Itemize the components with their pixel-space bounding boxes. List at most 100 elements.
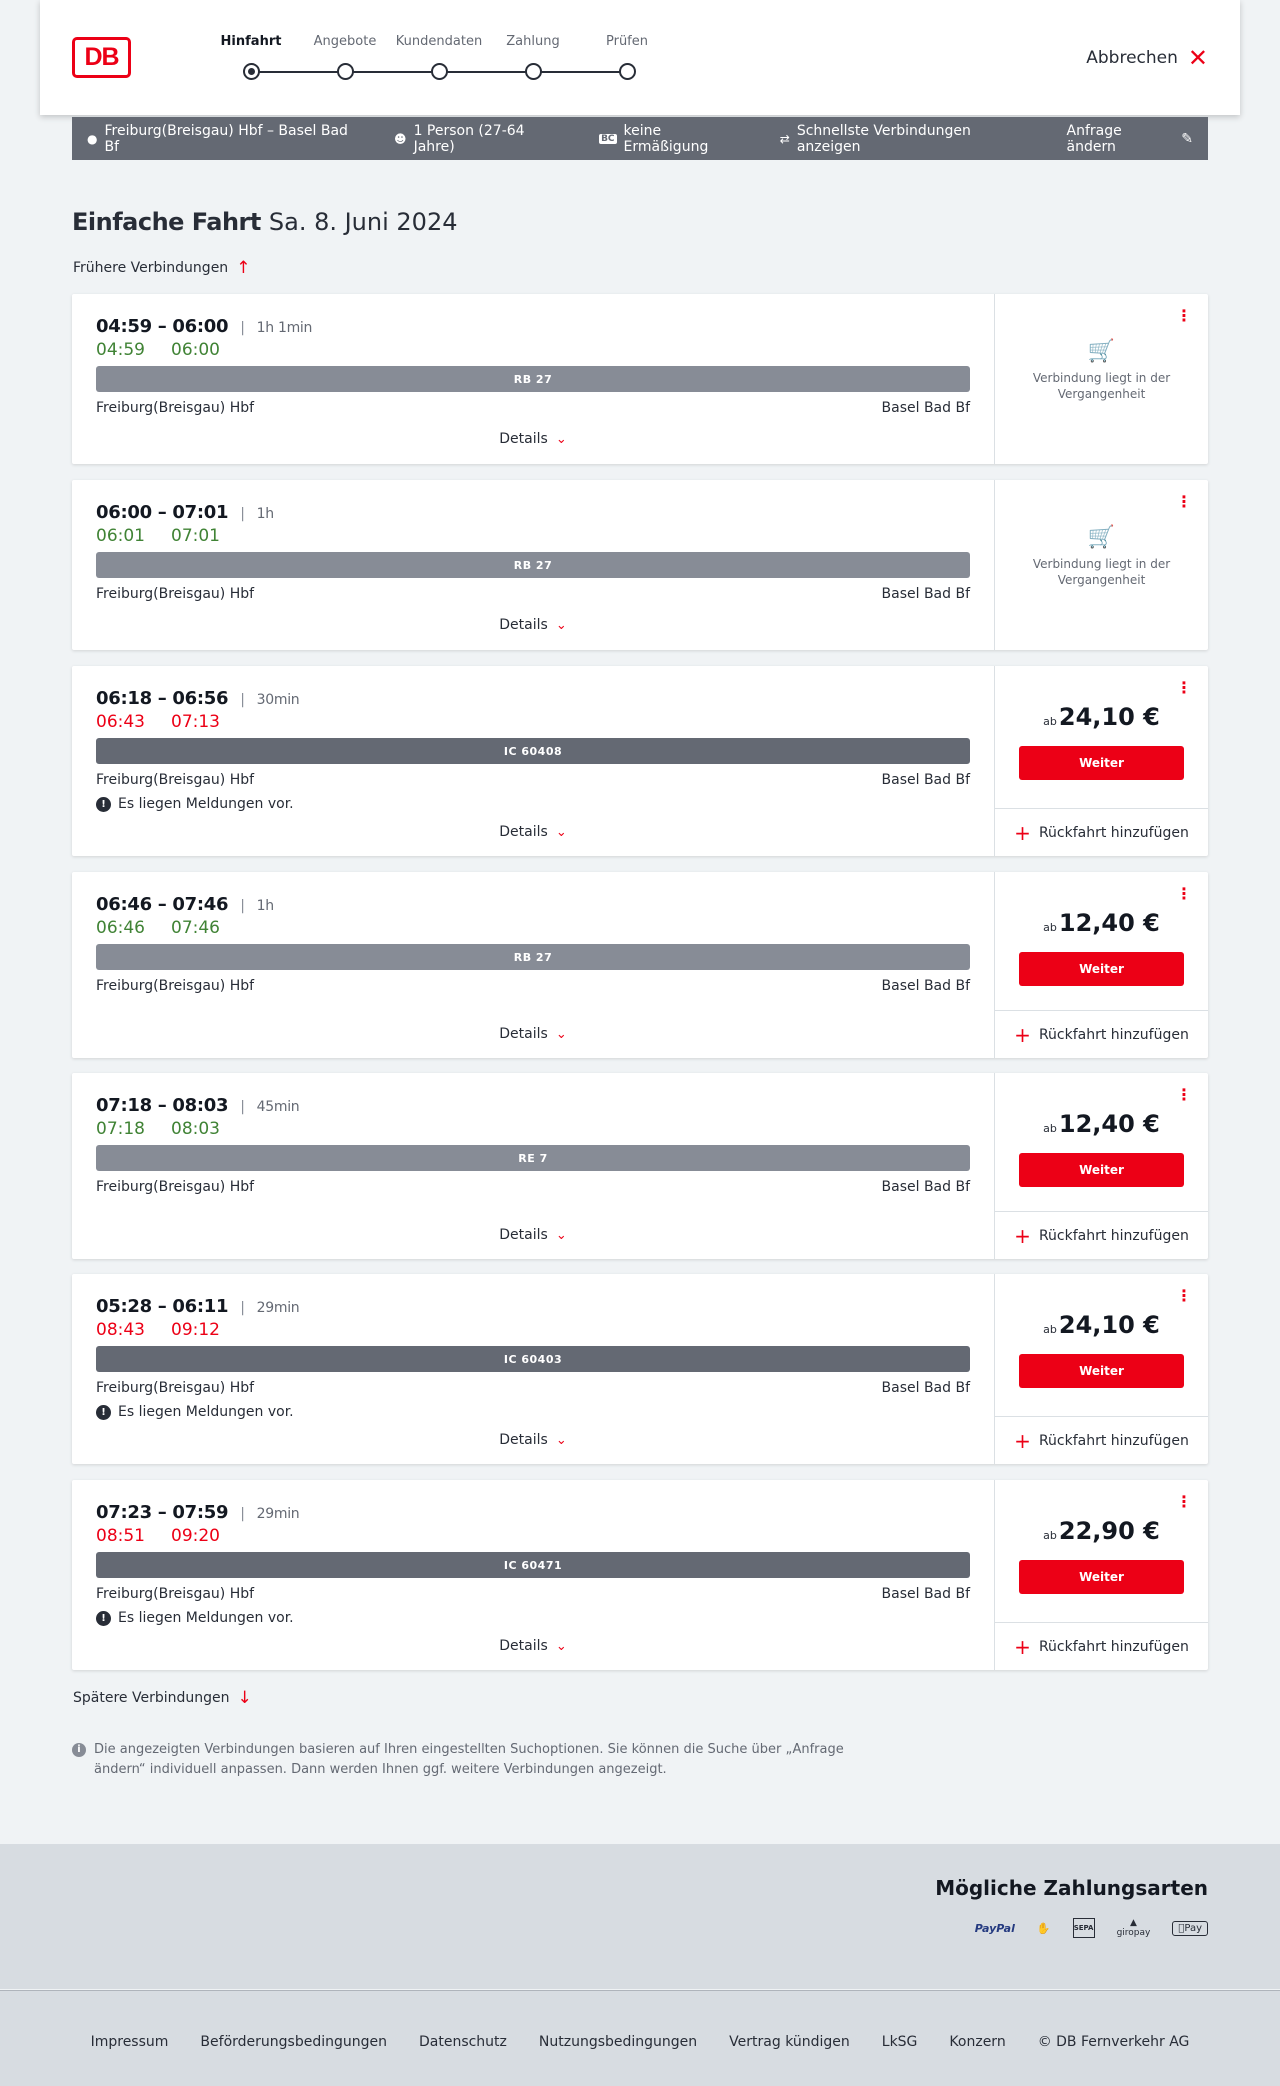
cancel-button[interactable]: Abbrechen ✕ xyxy=(1086,46,1208,70)
chevron-down-icon: ⌄ xyxy=(555,1027,567,1042)
trip-date: Sa. 8. Juni 2024 xyxy=(268,208,458,236)
edit-request-button[interactable]: Anfrage ändern ✎ xyxy=(1067,123,1193,155)
destination-station: Basel Bad Bf xyxy=(881,978,970,994)
person-icon: ☻ xyxy=(394,131,407,146)
offer-panel: ⋮ ab12,40 € Weiter + Rückfahrt hinzufügen xyxy=(994,1073,1208,1259)
realtime-arrival: 08:03 xyxy=(171,1119,220,1139)
price: ab22,90 € xyxy=(995,1517,1208,1545)
separator: | xyxy=(240,692,245,708)
search-option-summary: ⇄ Schnellste Verbindungen anzeigen xyxy=(780,123,1035,155)
continue-button[interactable]: Weiter xyxy=(1019,952,1184,986)
details-toggle[interactable]: Details ⌄ xyxy=(72,431,994,447)
later-connections-link[interactable]: Spätere Verbindungen ↓ xyxy=(73,1688,252,1708)
footer-link-impressum[interactable]: Impressum xyxy=(91,2034,169,2050)
planned-time-range: 07:18 – 08:03 xyxy=(96,1095,229,1116)
details-toggle[interactable]: Details ⌄ xyxy=(72,1432,994,1448)
planned-times: 07:18 – 08:03 | 45min xyxy=(96,1095,300,1116)
sepa-icon: SEPA xyxy=(1072,1918,1095,1938)
footer-link-vertrag-kuendigen[interactable]: Vertrag kündigen xyxy=(729,2034,850,2050)
more-options-icon[interactable]: ⋮ xyxy=(1176,1494,1192,1510)
realtime-departure: 07:18 xyxy=(96,1119,145,1139)
giropay-symbol: ▲ xyxy=(1129,1918,1137,1928)
db-logo[interactable]: DB xyxy=(72,37,131,78)
price: ab12,40 € xyxy=(995,909,1208,937)
add-return-trip-label: Rückfahrt hinzufügen xyxy=(1038,824,1189,841)
train-bar: IC 60471 xyxy=(96,1552,970,1578)
details-label: Details xyxy=(499,431,548,447)
search-info-text: Die angezeigten Verbindungen basieren au… xyxy=(94,1742,844,1777)
train-bar: IC 60403 xyxy=(96,1346,970,1372)
step-label-pruefen: Prüfen xyxy=(605,34,648,49)
connection-card[interactable]: 04:59 – 06:00 | 1h 1min 04:59 06:00 RB 27 F… xyxy=(72,294,1208,464)
payment-logos: PayPal ✋ SEPA ▲giropay Pay xyxy=(975,1918,1208,1938)
separator: | xyxy=(240,1506,245,1522)
continue-button[interactable]: Weiter xyxy=(1019,1153,1184,1187)
step-dot-hinfahrt xyxy=(243,63,260,80)
connection-card[interactable]: 07:23 – 07:59 | 29min 08:51 09:20 IC 60471 … xyxy=(72,1480,1208,1670)
realtime-times: 06:01 07:01 xyxy=(96,526,220,546)
more-options-icon[interactable]: ⋮ xyxy=(1176,308,1192,324)
details-toggle[interactable]: Details ⌄ xyxy=(72,1026,994,1042)
disruption-text: Es liegen Meldungen vor. xyxy=(118,1610,294,1626)
origin-station: Freiburg(Breisgau) Hbf xyxy=(96,586,255,602)
cart-icon: 🛒 xyxy=(1087,339,1116,364)
add-return-trip-button[interactable]: + Rückfahrt hinzufügen xyxy=(995,1416,1208,1464)
step-dot-kundendaten xyxy=(431,63,448,80)
offer-panel: ⋮ ab12,40 € Weiter + Rückfahrt hinzufügen xyxy=(994,872,1208,1058)
disruption-text: Es liegen Meldungen vor. xyxy=(118,1404,294,1420)
progress-stepper: Hinfahrt Angebote Kundendaten Zahlung Pr… xyxy=(210,0,780,115)
duration: 29min xyxy=(256,1506,300,1522)
add-return-trip-button[interactable]: + Rückfahrt hinzufügen xyxy=(995,808,1208,856)
more-options-icon[interactable]: ⋮ xyxy=(1176,886,1192,902)
details-toggle[interactable]: Details ⌄ xyxy=(72,617,994,633)
origin-station: Freiburg(Breisgau) Hbf xyxy=(96,400,255,416)
details-toggle[interactable]: Details ⌄ xyxy=(72,1638,994,1654)
price-prefix: ab xyxy=(1043,715,1057,728)
connection-card[interactable]: 06:46 – 07:46 | 1h 06:46 07:46 RB 27 Freibu… xyxy=(72,872,1208,1058)
add-return-trip-button[interactable]: + Rückfahrt hinzufügen xyxy=(995,1010,1208,1058)
add-return-trip-button[interactable]: + Rückfahrt hinzufügen xyxy=(995,1211,1208,1259)
chevron-down-icon: ⌄ xyxy=(555,1639,567,1654)
separator: | xyxy=(240,1300,245,1316)
realtime-times: 08:51 09:20 xyxy=(96,1526,220,1546)
more-options-icon[interactable]: ⋮ xyxy=(1176,1087,1192,1103)
location-pin-icon: ● xyxy=(87,131,98,146)
connection-card[interactable]: 05:28 – 06:11 | 29min 08:43 09:12 IC 60403 … xyxy=(72,1274,1208,1464)
continue-button[interactable]: Weiter xyxy=(1019,746,1184,780)
footer-link-nutzungsbedingungen[interactable]: Nutzungsbedingungen xyxy=(539,2034,697,2050)
details-label: Details xyxy=(499,617,548,633)
planned-time-range: 06:46 – 07:46 xyxy=(96,894,229,915)
details-toggle[interactable]: Details ⌄ xyxy=(72,1227,994,1243)
details-label: Details xyxy=(499,824,548,840)
search-info-note: i Die angezeigten Verbindungen basieren … xyxy=(72,1740,852,1780)
connection-card[interactable]: 07:18 – 08:03 | 45min 07:18 08:03 RE 7 Frei… xyxy=(72,1073,1208,1259)
earlier-connections-link[interactable]: Frühere Verbindungen ↑ xyxy=(73,258,250,278)
more-options-icon[interactable]: ⋮ xyxy=(1176,680,1192,696)
origin-station: Freiburg(Breisgau) Hbf xyxy=(96,772,255,788)
footer-link-datenschutz[interactable]: Datenschutz xyxy=(419,2034,507,2050)
footer-link-befoerderungsbedingungen[interactable]: Beförderungsbedingungen xyxy=(200,2034,387,2050)
price-prefix: ab xyxy=(1043,921,1057,934)
trip-type: Einfache Fahrt xyxy=(72,208,261,236)
info-icon: i xyxy=(72,1743,86,1757)
details-toggle[interactable]: Details ⌄ xyxy=(72,824,994,840)
continue-button[interactable]: Weiter xyxy=(1019,1560,1184,1594)
footer-link-lksg[interactable]: LkSG xyxy=(882,2034,918,2050)
add-return-trip-label: Rückfahrt hinzufügen xyxy=(1038,1432,1189,1449)
connection-card[interactable]: 06:00 – 07:01 | 1h 06:01 07:01 RB 27 Freibu… xyxy=(72,480,1208,650)
arrow-up-icon: ↑ xyxy=(236,258,251,278)
realtime-arrival: 09:20 xyxy=(171,1526,220,1546)
more-options-icon[interactable]: ⋮ xyxy=(1176,1288,1192,1304)
add-return-trip-button[interactable]: + Rückfahrt hinzufügen xyxy=(995,1622,1208,1670)
plus-icon: + xyxy=(1014,1428,1031,1453)
connection-card[interactable]: 06:18 – 06:56 | 30min 06:43 07:13 IC 60408 … xyxy=(72,666,1208,856)
destination-station: Basel Bad Bf xyxy=(881,400,970,416)
edit-request-label: Anfrage ändern xyxy=(1066,122,1122,155)
offer-panel: ⋮ 🛒 Verbindung liegt in der Vergangenheit xyxy=(994,480,1208,650)
separator: | xyxy=(240,1099,245,1115)
footer-link-konzern[interactable]: Konzern xyxy=(949,2034,1005,2050)
price-value: 24,10 € xyxy=(1058,1311,1160,1339)
swap-arrows-icon: ⇄ xyxy=(779,131,790,146)
more-options-icon[interactable]: ⋮ xyxy=(1176,494,1192,510)
continue-button[interactable]: Weiter xyxy=(1019,1354,1184,1388)
